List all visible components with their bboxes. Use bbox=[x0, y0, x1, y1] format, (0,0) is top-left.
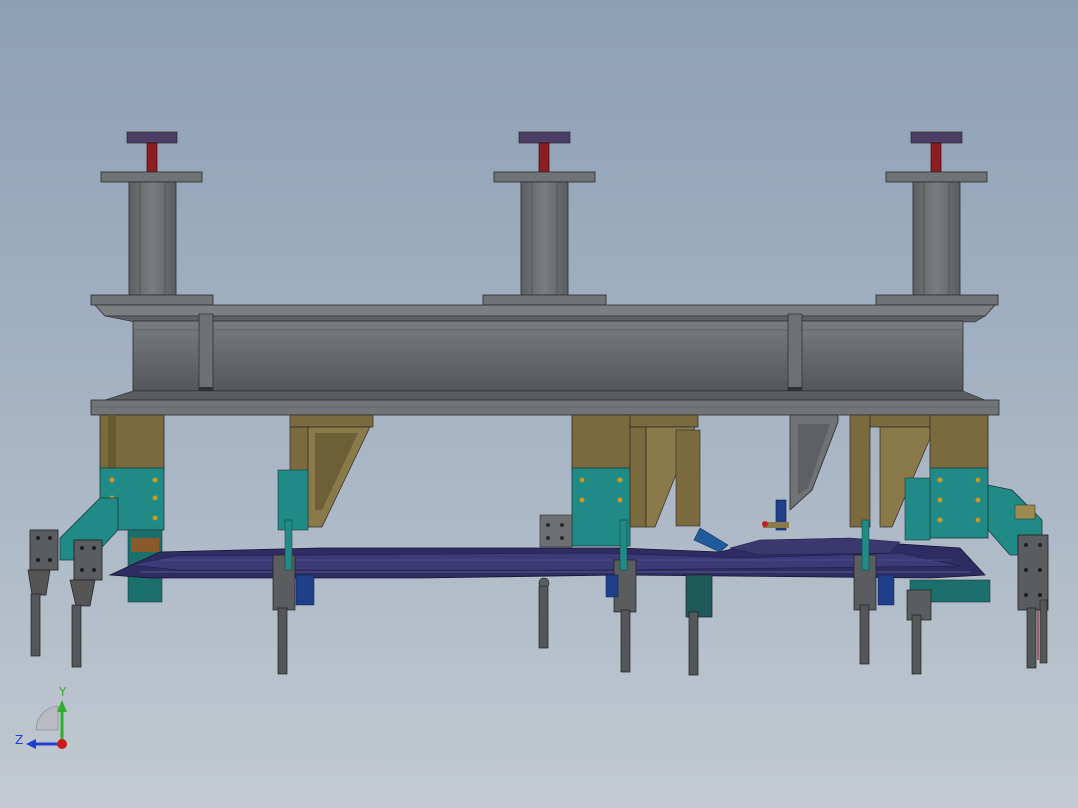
toggle-clamp-center-left[interactable] bbox=[272, 519, 315, 675]
locating-pin-rod-center[interactable] bbox=[538, 577, 550, 649]
bracket-center-left[interactable] bbox=[277, 414, 374, 531]
z-axis-label: Z bbox=[15, 733, 23, 747]
toggle-clamp-far-left[interactable] bbox=[27, 529, 59, 657]
support-post-right[interactable] bbox=[875, 131, 999, 306]
bracket-center-right[interactable] bbox=[762, 414, 839, 531]
fixture-model[interactable] bbox=[0, 0, 1078, 808]
support-post-center[interactable] bbox=[482, 131, 607, 306]
support-post-left[interactable] bbox=[90, 131, 214, 306]
toggle-clamp-far-right[interactable] bbox=[1017, 534, 1049, 669]
main-beam[interactable] bbox=[90, 304, 1000, 416]
bracket-center[interactable] bbox=[539, 414, 729, 553]
toggle-clamp-left[interactable] bbox=[69, 539, 103, 668]
graphics-viewport[interactable]: Y Z bbox=[0, 0, 1078, 808]
coordinate-triad: Y Z bbox=[15, 686, 67, 749]
x-axis-dot-icon bbox=[57, 739, 67, 749]
y-axis-label: Y bbox=[58, 686, 67, 699]
triad-arc-icon bbox=[35, 705, 59, 731]
toggle-clamp-center-right[interactable] bbox=[685, 574, 713, 676]
toggle-clamp-right-2[interactable] bbox=[906, 589, 932, 675]
